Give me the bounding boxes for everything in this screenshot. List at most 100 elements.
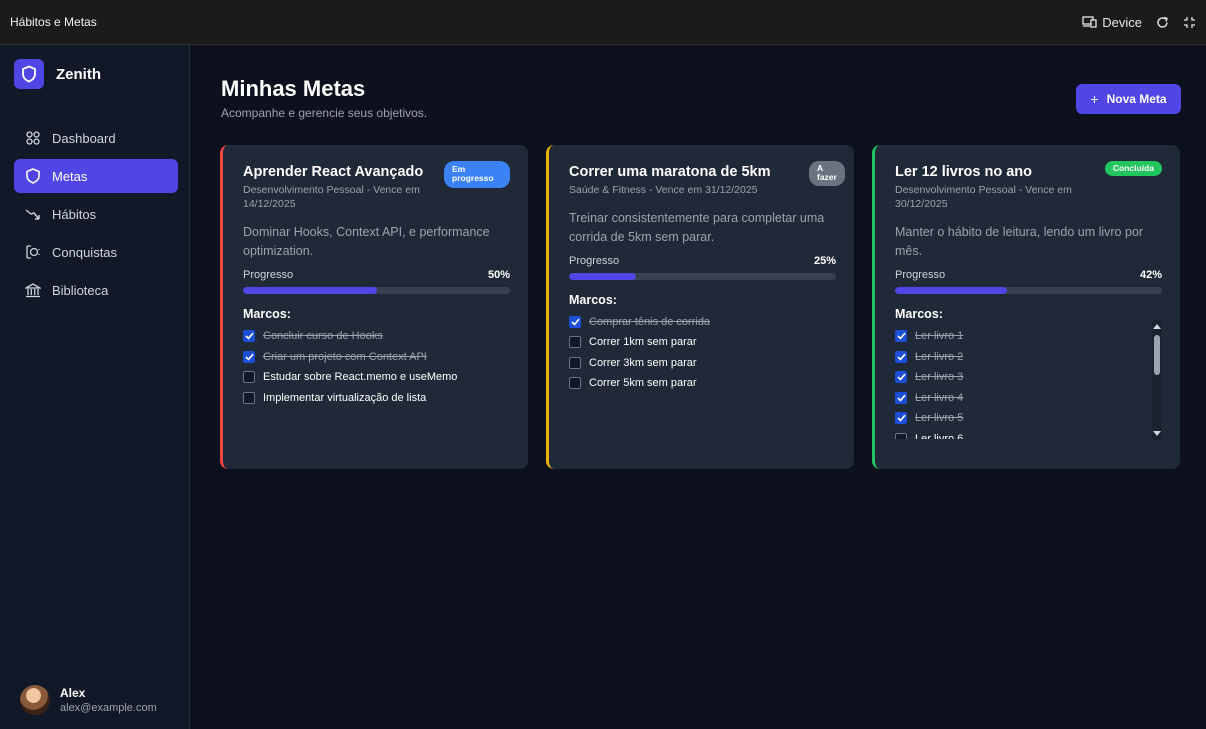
milestone-item[interactable]: Correr 1km sem parar bbox=[569, 332, 836, 353]
milestones-title: Marcos: bbox=[243, 306, 291, 321]
refresh-icon[interactable] bbox=[1156, 16, 1169, 29]
status-badge: Concluída bbox=[1104, 161, 1162, 177]
goal-meta: Saúde & Fitness - Vence em 31/12/2025 bbox=[569, 184, 758, 196]
milestone-label: Concluir curso de Hooks bbox=[263, 330, 383, 343]
progress-value: 42% bbox=[1139, 268, 1162, 281]
grid-icon bbox=[24, 129, 42, 147]
milestone-item[interactable]: Ler livro 4 bbox=[895, 387, 1162, 408]
sidebar-item-biblioteca[interactable]: Biblioteca bbox=[14, 273, 178, 307]
avatar bbox=[20, 685, 50, 715]
milestone-item[interactable]: Ler livro 1 bbox=[895, 326, 1162, 347]
progress-label: Progresso bbox=[243, 268, 294, 281]
milestone-label: Ler livro 6 bbox=[915, 432, 964, 439]
milestone-item[interactable]: Ler livro 6 bbox=[895, 428, 1162, 439]
milestone-item[interactable]: Concluir curso de Hooks bbox=[243, 326, 510, 347]
brand-name: Zenith bbox=[56, 65, 101, 83]
goal-description: Dominar Hooks, Context API, e performanc… bbox=[243, 225, 490, 259]
sidebar-item-label: Metas bbox=[52, 168, 88, 184]
sidebar-item-dashboard[interactable]: Dashboard bbox=[14, 121, 178, 155]
milestone-item[interactable]: Correr 5km sem parar bbox=[569, 373, 836, 394]
milestone-item[interactable]: Implementar virtualização de lista bbox=[243, 387, 510, 408]
goal-title: Ler 12 livros no ano bbox=[895, 164, 1032, 180]
shield-logo-icon bbox=[14, 59, 44, 89]
status-badge: Em progresso bbox=[444, 161, 510, 188]
sidebar: Zenith Dashboard Metas Hábitos Conquista… bbox=[0, 45, 190, 729]
milestone-checkbox[interactable] bbox=[895, 412, 907, 425]
plus-icon: + bbox=[1090, 91, 1099, 107]
milestone-checkbox[interactable] bbox=[243, 330, 255, 343]
window-titlebar: Hábitos e Metas Device bbox=[0, 0, 1206, 45]
milestone-label: Implementar virtualização de lista bbox=[263, 391, 427, 404]
scroll-up-icon[interactable] bbox=[1153, 323, 1161, 329]
sidebar-item-label: Conquistas bbox=[52, 244, 118, 260]
milestone-checkbox[interactable] bbox=[895, 350, 907, 363]
app-title: Hábitos e Metas bbox=[10, 15, 97, 29]
goal-card[interactable]: Aprender React Avançado Desenvolvimento … bbox=[220, 145, 528, 469]
milestone-item[interactable]: Comprar tênis de corrida bbox=[569, 312, 836, 333]
sidebar-item-label: Dashboard bbox=[52, 130, 116, 146]
progress-label: Progresso bbox=[569, 254, 620, 267]
device-button[interactable]: Device bbox=[1082, 15, 1142, 30]
check-icon bbox=[896, 373, 906, 381]
milestone-checkbox[interactable] bbox=[895, 371, 907, 384]
sidebar-item-habitos[interactable]: Hábitos bbox=[14, 197, 178, 231]
sidebar-nav: Dashboard Metas Hábitos Conquistas Bibli… bbox=[14, 121, 178, 311]
milestone-item[interactable]: Correr 3km sem parar bbox=[569, 353, 836, 374]
milestone-checkbox[interactable] bbox=[243, 391, 255, 404]
brand[interactable]: Zenith bbox=[14, 59, 101, 89]
page-subtitle: Acompanhe e gerencie seus objetivos. bbox=[221, 106, 428, 120]
milestone-label: Comprar tênis de corrida bbox=[589, 315, 711, 328]
progress-bar bbox=[243, 286, 510, 294]
sidebar-item-label: Biblioteca bbox=[52, 282, 109, 298]
milestone-list: Concluir curso de Hooks Criar um projeto … bbox=[243, 326, 510, 408]
milestone-scroll-area[interactable]: Ler livro 1 Ler livro 2 Ler livro 3 Ler liv… bbox=[895, 320, 1162, 439]
milestone-checkbox[interactable] bbox=[895, 432, 907, 439]
check-icon bbox=[896, 414, 906, 422]
new-goal-button[interactable]: + Nova Meta bbox=[1076, 84, 1181, 114]
milestone-checkbox[interactable] bbox=[895, 330, 907, 343]
goal-card[interactable]: Correr uma maratona de 5km Saúde & Fitne… bbox=[546, 145, 854, 469]
progress-bar bbox=[895, 286, 1162, 294]
fullscreen-icon[interactable] bbox=[1183, 16, 1196, 29]
goal-description: Manter o hábito de leitura, lendo um liv… bbox=[895, 225, 1144, 259]
progress-bar-fill bbox=[895, 286, 1008, 294]
milestone-checkbox[interactable] bbox=[569, 356, 581, 369]
milestone-label: Ler livro 4 bbox=[915, 391, 964, 404]
goal-card[interactable]: Ler 12 livros no ano Desenvolvimento Pes… bbox=[872, 145, 1180, 469]
milestone-checkbox[interactable] bbox=[569, 377, 581, 390]
milestone-checkbox[interactable] bbox=[243, 371, 255, 384]
milestone-label: Ler livro 2 bbox=[915, 350, 964, 363]
progress-value: 25% bbox=[813, 254, 836, 267]
sidebar-item-conquistas[interactable]: Conquistas bbox=[14, 235, 178, 269]
check-icon bbox=[896, 394, 906, 402]
scrollbar-thumb[interactable] bbox=[1154, 334, 1160, 375]
sidebar-item-metas[interactable]: Metas bbox=[14, 159, 178, 193]
scroll-down-icon[interactable] bbox=[1153, 430, 1161, 436]
sidebar-item-label: Hábitos bbox=[52, 206, 97, 222]
milestone-item[interactable]: Ler livro 2 bbox=[895, 346, 1162, 367]
goal-title: Correr uma maratona de 5km bbox=[569, 164, 771, 180]
milestone-checkbox[interactable] bbox=[243, 350, 255, 363]
milestone-label: Criar um projeto com Context API bbox=[263, 350, 427, 363]
milestone-item[interactable]: Ler livro 3 bbox=[895, 367, 1162, 388]
milestone-checkbox[interactable] bbox=[569, 315, 581, 328]
device-label: Device bbox=[1102, 14, 1142, 30]
check-icon bbox=[244, 353, 254, 361]
milestone-label: Ler livro 1 bbox=[915, 330, 964, 343]
scrollbar[interactable] bbox=[1152, 320, 1162, 439]
milestone-checkbox[interactable] bbox=[569, 336, 581, 349]
goal-title: Aprender React Avançado bbox=[243, 164, 424, 180]
milestone-item[interactable]: Estudar sobre React.memo e useMemo bbox=[243, 367, 510, 388]
goal-meta: Desenvolvimento Pessoal - Vence em 14/12… bbox=[243, 184, 420, 211]
medal-icon bbox=[24, 243, 42, 261]
milestone-list: Ler livro 1 Ler livro 2 Ler livro 3 Ler liv… bbox=[895, 326, 1162, 439]
milestone-item[interactable]: Criar um projeto com Context API bbox=[243, 346, 510, 367]
milestone-label: Correr 3km sem parar bbox=[589, 356, 697, 369]
user-profile[interactable]: Alex alex@example.com bbox=[20, 685, 157, 715]
milestone-item[interactable]: Ler livro 5 bbox=[895, 408, 1162, 429]
page-title: Minhas Metas bbox=[221, 76, 366, 101]
goal-description: Treinar consistentemente para completar … bbox=[569, 211, 825, 244]
milestone-checkbox[interactable] bbox=[895, 391, 907, 404]
milestone-list: Comprar tênis de corrida Correr 1km sem p… bbox=[569, 312, 836, 394]
library-icon bbox=[24, 281, 42, 299]
